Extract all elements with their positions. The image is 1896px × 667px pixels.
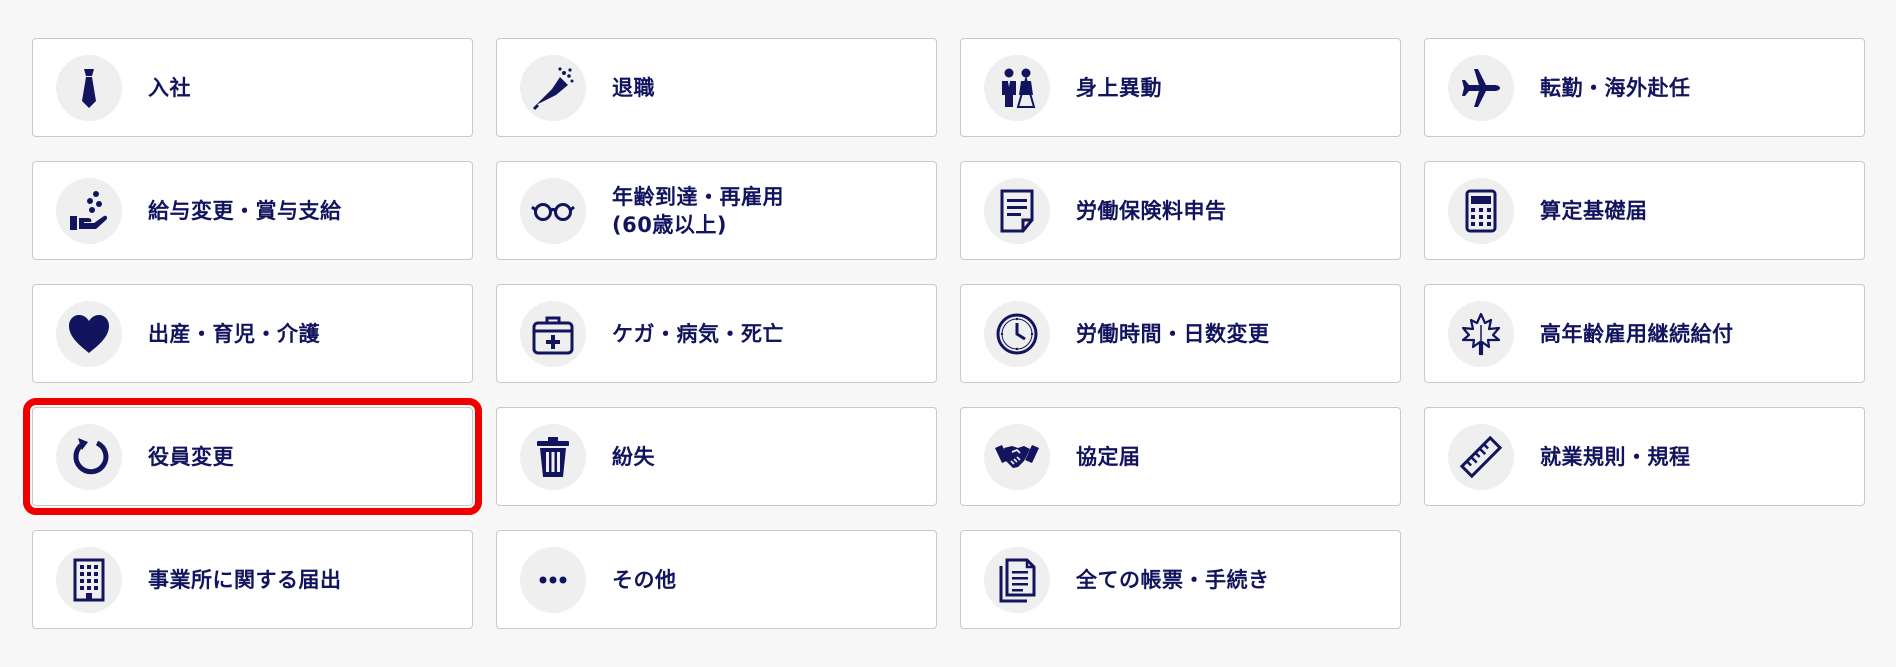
card-label: その他 — [612, 567, 677, 592]
card-kega-byoki[interactable]: ケガ・病気・死亡 — [496, 284, 937, 383]
document-icon — [984, 177, 1050, 244]
card-label: 労働時間・日数変更 — [1076, 321, 1270, 346]
card-label: 役員変更 — [148, 444, 234, 469]
bouquet-icon — [520, 54, 586, 121]
glasses-icon — [520, 177, 586, 244]
clock-icon — [984, 300, 1050, 367]
card-label: 労働保険料申告 — [1076, 198, 1227, 223]
necktie-icon — [56, 54, 122, 121]
wedding-couple-icon — [984, 54, 1050, 121]
card-label: 転勤・海外赴任 — [1540, 75, 1691, 100]
card-yakuin-henko[interactable]: 役員変更 — [23, 398, 482, 515]
card-label: 入社 — [148, 75, 191, 100]
card-label: 算定基礎届 — [1540, 198, 1648, 223]
card-label: 全ての帳票・手続き — [1076, 567, 1270, 592]
card-konenrei-koyo[interactable]: 高年齢雇用継続給付 — [1424, 284, 1865, 383]
card-label: 給与変更・賞与支給 — [148, 198, 342, 223]
card-shussan-ikuji[interactable]: 出産・育児・介護 — [32, 284, 473, 383]
card-nenrei-toutatsu[interactable]: 年齢到達・再雇用 (60歳以上) — [496, 161, 937, 260]
card-label: 退職 — [612, 75, 655, 100]
card-santei-kiso[interactable]: 算定基礎届 — [1424, 161, 1865, 260]
card-kyuyo-henko[interactable]: 給与変更・賞与支給 — [32, 161, 473, 260]
card-label: 年齢到達・再雇用 (60歳以上) — [612, 184, 784, 237]
card-label: 高年齢雇用継続給付 — [1540, 321, 1734, 346]
card-tenkin[interactable]: 転勤・海外赴任 — [1424, 38, 1865, 137]
card-subete-chohyo[interactable]: 全ての帳票・手続き — [960, 530, 1401, 629]
card-label: 事業所に関する届出 — [148, 567, 342, 592]
airplane-icon — [1448, 54, 1514, 121]
card-label: 協定届 — [1076, 444, 1141, 469]
handshake-icon — [984, 423, 1050, 490]
card-taishoku[interactable]: 退職 — [496, 38, 937, 137]
card-label: ケガ・病気・死亡 — [612, 321, 784, 346]
ellipsis-icon — [520, 546, 586, 613]
card-label: 紛失 — [612, 444, 655, 469]
card-rodo-hokenryo[interactable]: 労働保険料申告 — [960, 161, 1401, 260]
calculator-icon — [1448, 177, 1514, 244]
card-nyusha[interactable]: 入社 — [32, 38, 473, 137]
first-aid-kit-icon — [520, 300, 586, 367]
card-funshitsu[interactable]: 紛失 — [496, 407, 937, 506]
refresh-icon — [56, 423, 122, 490]
card-rodo-jikan[interactable]: 労働時間・日数変更 — [960, 284, 1401, 383]
trash-icon — [520, 423, 586, 490]
building-icon — [56, 546, 122, 613]
maple-leaf-icon — [1448, 300, 1514, 367]
card-jigyosho[interactable]: 事業所に関する届出 — [32, 530, 473, 629]
card-label: 身上異動 — [1076, 75, 1162, 100]
card-sonota[interactable]: その他 — [496, 530, 937, 629]
hand-coins-icon — [56, 177, 122, 244]
card-label: 出産・育児・介護 — [148, 321, 320, 346]
heart-icon — [56, 300, 122, 367]
ruler-icon — [1448, 423, 1514, 490]
card-shugyo-kisoku[interactable]: 就業規則・規程 — [1424, 407, 1865, 506]
card-shinjo-ido[interactable]: 身上異動 — [960, 38, 1401, 137]
card-kyoteitodoke[interactable]: 協定届 — [960, 407, 1401, 506]
procedure-grid: 入社 退職 身上異動 転勤・海外赴任 給与変更・賞与支給 年齢到達・再雇用 (6… — [0, 0, 1896, 667]
card-label: 就業規則・規程 — [1540, 444, 1691, 469]
documents-icon — [984, 546, 1050, 613]
